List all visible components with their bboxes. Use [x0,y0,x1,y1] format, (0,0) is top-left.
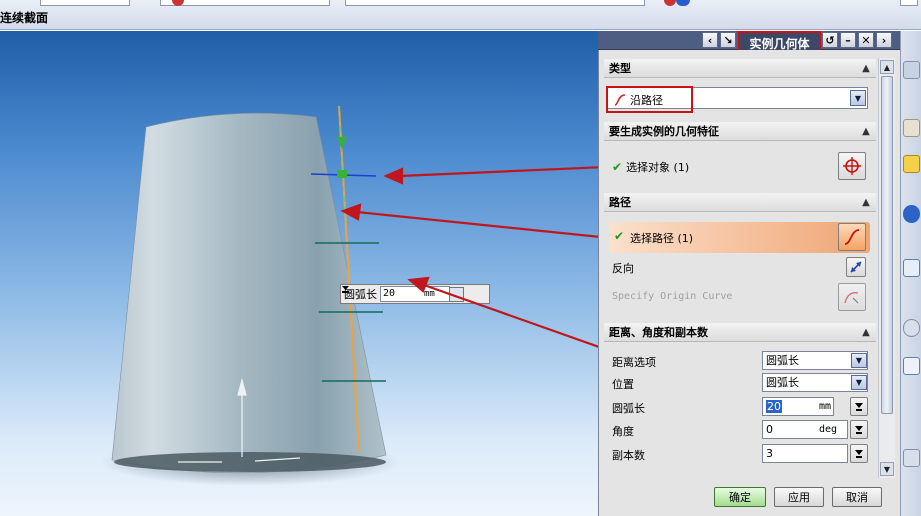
undo-icon[interactable]: ↺ [822,32,838,48]
select-object-button[interactable] [838,152,866,180]
position-select[interactable]: 圆弧长 ▼ [762,373,868,392]
field-label: 距离选项 [612,356,656,369]
field-value[interactable]: 3 [766,447,773,460]
dialog-scrollbar[interactable]: ▲ ▼ [878,58,895,478]
toolbar-icon[interactable] [676,0,690,6]
section-title: 类型 [609,62,631,75]
type-value: 沿路径 [630,93,663,107]
chevron-left-icon[interactable]: ‹ [702,32,718,48]
graphics-viewport[interactable]: 圆弧长 20 mm [0,31,598,516]
reverse-direction-icon [850,261,862,273]
check-icon: ✔ [614,229,625,243]
top-toolbar: 连续截面 [0,0,921,30]
apply-button[interactable]: 应用 [774,487,824,507]
minimize-icon[interactable]: – [840,32,856,48]
select-path-label: 选择路径 (1) [630,232,694,245]
reverse-label: 反向 [612,262,634,275]
collapse-icon[interactable]: ▲ [858,324,874,340]
resource-icon[interactable] [903,259,920,277]
toolbar-field[interactable] [900,0,918,6]
toolbar-field[interactable] [160,0,330,6]
close-icon[interactable]: ✕ [858,32,874,48]
field-unit: mm [819,401,832,412]
check-icon: ✔ [612,160,623,174]
arc-length-menu-button[interactable] [850,397,868,416]
field-value[interactable]: 0 [766,423,773,436]
annotation-arrows [340,166,598,238]
onscreen-input-unit: mm [424,289,435,299]
direction-arrow [337,137,347,149]
reset-arrow-icon[interactable]: ↘ [720,32,736,48]
select-curve-button[interactable] [838,223,866,251]
field-label: 副本数 [612,449,645,462]
origin-curve-button[interactable] [838,283,866,311]
dropdown-arrow-icon[interactable]: ▼ [851,353,867,368]
field-value: 圆弧长 [766,376,799,389]
angle-input[interactable]: 0 deg [762,420,848,439]
resource-icon[interactable] [903,119,920,137]
arc-length-input[interactable]: 20 mm [762,397,834,416]
select-path-row[interactable]: ✔ 选择路径 (1) [610,222,870,253]
collapse-icon[interactable]: ▲ [858,123,874,139]
dropdown-arrow-icon[interactable] [342,286,464,302]
distance-option-select[interactable]: 圆弧长 ▼ [762,351,868,370]
crosshair-icon [843,157,861,175]
onscreen-input-value[interactable]: 20 [380,286,450,302]
ok-button[interactable]: 确定 [714,487,766,507]
scroll-thumb[interactable] [881,76,893,414]
collapse-icon[interactable]: ▲ [858,60,874,76]
scroll-up-icon[interactable]: ▲ [880,60,894,74]
specify-origin-curve-label: Specify Origin Curve [612,291,733,302]
scroll-down-icon[interactable]: ▼ [880,462,894,476]
copies-menu-button[interactable] [850,444,868,463]
section-title: 距离、角度和副本数 [609,326,708,339]
toolbar-icon[interactable] [664,0,676,6]
section-header-type[interactable]: 类型 ▲ [604,59,876,78]
selected-object [337,170,347,178]
toolbar-field[interactable] [40,0,130,6]
resource-icon[interactable] [903,319,920,337]
onscreen-arc-length-input[interactable]: 圆弧长 20 mm [340,284,490,304]
section-header-distance[interactable]: 距离、角度和副本数 ▲ [604,323,876,342]
resource-bar [900,31,921,516]
resource-icon[interactable] [903,155,920,173]
resource-icon[interactable] [903,61,920,79]
chevron-right-icon[interactable]: › [876,32,892,48]
dropdown-arrow-icon [855,449,863,458]
resource-icon[interactable] [903,357,920,375]
copies-input[interactable]: 3 [762,444,848,463]
type-selected-value[interactable]: 沿路径 [606,86,693,113]
collapse-icon[interactable]: ▲ [858,194,874,210]
dropdown-arrow-icon[interactable]: ▼ [850,90,866,106]
cone-base [114,452,386,472]
field-value[interactable]: 20 [766,400,782,413]
resource-icon[interactable] [903,449,920,467]
document-title: 连续截面 [0,11,49,25]
angle-menu-button[interactable] [850,420,868,439]
section-header-path[interactable]: 路径 ▲ [604,193,876,212]
select-object-label: 选择对象 (1) [626,161,690,174]
section-title: 路径 [609,196,631,209]
toolbar-field[interactable] [345,0,645,6]
dropdown-arrow-icon [855,425,863,434]
reverse-direction-button[interactable] [846,257,866,277]
field-label: 圆弧长 [612,402,645,415]
origin-curve-icon [844,292,859,304]
curve-icon [844,229,860,245]
section-header-geometry[interactable]: 要生成实例的几何特征 ▲ [604,122,876,141]
along-path-icon [614,93,626,106]
section-title: 要生成实例的几何特征 [609,125,719,138]
dropdown-arrow-icon[interactable]: ▼ [851,375,867,390]
field-unit: deg [819,424,838,435]
field-value: 圆弧长 [766,354,799,367]
field-label: 位置 [612,378,634,391]
resource-icon[interactable] [903,205,920,223]
dropdown-arrow-icon [855,402,863,411]
select-object-row[interactable]: ✔ 选择对象 (1) [612,159,689,175]
model-scene [100,105,598,486]
cancel-button[interactable]: 取消 [832,487,882,507]
field-label: 角度 [612,425,634,438]
